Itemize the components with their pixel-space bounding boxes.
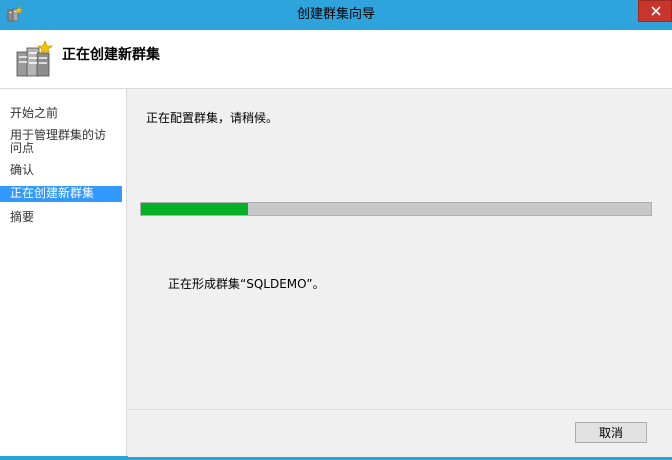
cluster-servers-icon: [14, 40, 54, 80]
nav-item-confirmation[interactable]: 确认: [0, 164, 122, 177]
nav-item-label: 确认: [10, 163, 35, 177]
nav-item-label: 用于管理群集的访问点: [10, 128, 107, 155]
wizard-window: 创建群集向导 正在创建新群集 开始之前 用于管理群集的访问点 确认 正在创建新群…: [0, 0, 672, 460]
nav-item-label: 开始之前: [10, 106, 59, 120]
nav-item-summary[interactable]: 摘要: [0, 211, 122, 224]
wizard-header: 正在创建新群集: [0, 30, 672, 89]
close-icon: [651, 6, 661, 16]
wizard-footer: 取消: [128, 409, 672, 457]
nav-item-creating-cluster[interactable]: 正在创建新群集: [0, 186, 122, 202]
window-title: 创建群集向导: [296, 7, 375, 22]
page-title: 正在创建新群集: [62, 47, 160, 63]
wizard-step-list: 开始之前 用于管理群集的访问点 确认 正在创建新群集 摘要: [0, 89, 127, 456]
wizard-client-area: 正在创建新群集 开始之前 用于管理群集的访问点 确认 正在创建新群集 摘要 正在…: [0, 30, 672, 457]
nav-item-before-you-begin[interactable]: 开始之前: [0, 107, 122, 120]
close-button[interactable]: [638, 0, 672, 22]
title-bar[interactable]: 创建群集向导: [0, 0, 672, 30]
progress-fill: [141, 203, 249, 215]
status-text: 正在配置群集，请稍候。: [146, 111, 279, 125]
progress-bar: [140, 202, 652, 216]
cancel-button[interactable]: 取消: [575, 422, 647, 443]
nav-item-label: 正在创建新群集: [10, 186, 95, 200]
forming-cluster-text: 正在形成群集“SQLDEMO”。: [168, 277, 325, 291]
wizard-content: 正在配置群集，请稍候。 正在形成群集“SQLDEMO”。: [128, 89, 672, 409]
nav-item-label: 摘要: [10, 210, 35, 224]
nav-item-access-point[interactable]: 用于管理群集的访问点: [0, 129, 122, 155]
